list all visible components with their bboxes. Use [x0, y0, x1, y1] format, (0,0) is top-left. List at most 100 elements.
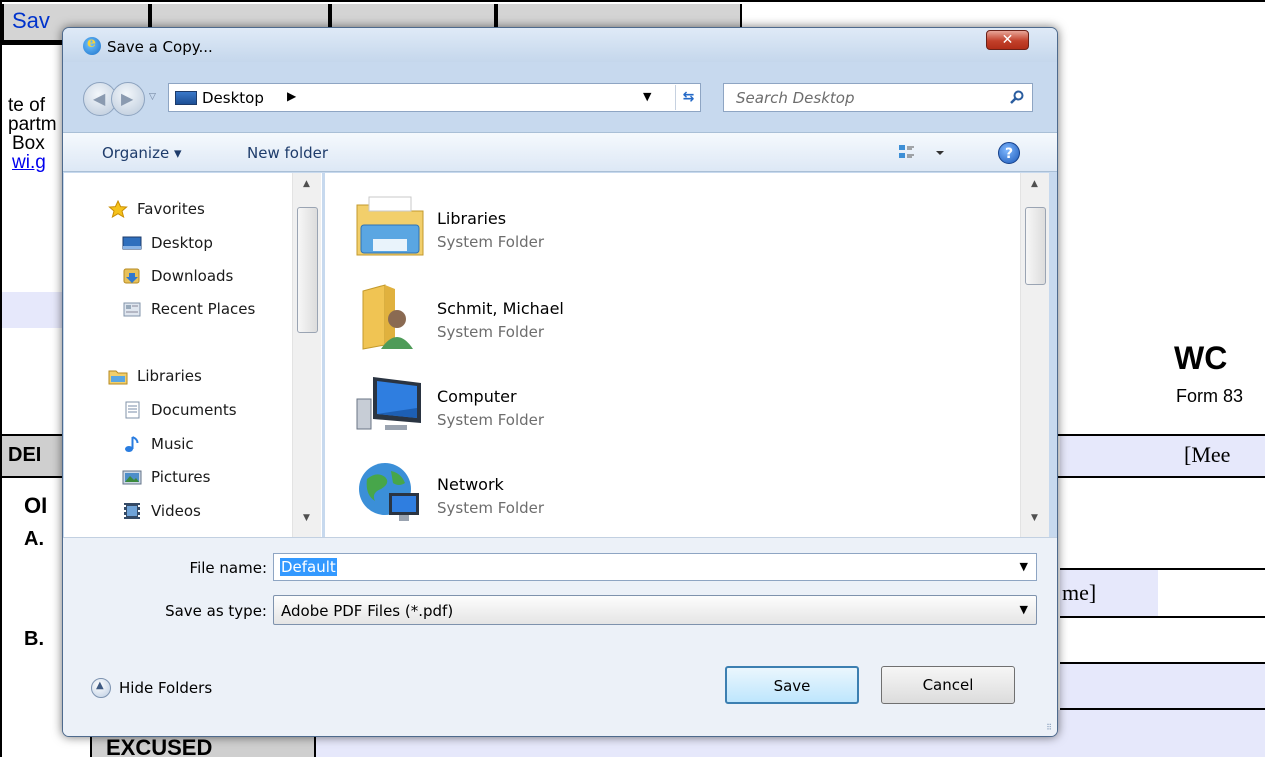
close-icon: ✕: [1001, 32, 1014, 48]
back-arrow-icon: ◀: [93, 89, 106, 108]
recent-places-icon: [123, 302, 141, 317]
doc-text-fragment: te of: [8, 95, 45, 116]
file-name-value[interactable]: Default: [280, 558, 337, 576]
file-name: Computer: [437, 387, 517, 406]
recent-locations-dropdown[interactable]: ▽: [149, 92, 156, 102]
cancel-button[interactable]: Cancel: [881, 666, 1015, 704]
command-toolbar: Organize ▾ New folder ?: [63, 132, 1057, 172]
breadcrumb-chevron-icon[interactable]: ▶: [287, 89, 296, 103]
save-as-type-select[interactable]: Adobe PDF Files (*.pdf) ▼: [273, 595, 1037, 625]
doc-meeting-placeholder: [Mee: [1184, 442, 1231, 467]
nav-item-videos[interactable]: Videos: [122, 499, 201, 523]
desktop-icon: [175, 91, 197, 105]
save-button[interactable]: Save: [725, 666, 859, 704]
save-as-type-label: Save as type:: [165, 602, 267, 620]
desktop-icon: [122, 236, 142, 250]
forward-button[interactable]: ▶: [111, 82, 145, 116]
file-type: System Folder: [437, 499, 545, 517]
scrollbar-thumb[interactable]: [1025, 207, 1046, 285]
save-as-type-value: Adobe PDF Files (*.pdf): [281, 602, 454, 620]
doc-form-title: WC: [1174, 340, 1228, 376]
file-item-computer[interactable]: Computer System Folder: [355, 369, 655, 455]
file-type: System Folder: [437, 411, 545, 429]
nav-item-label: Favorites: [137, 200, 205, 218]
nav-item-label: Pictures: [151, 468, 211, 486]
hide-folders-label: Hide Folders: [119, 679, 213, 697]
nav-item-libraries[interactable]: Libraries: [108, 364, 202, 388]
file-name: Schmit, Michael: [437, 299, 564, 318]
nav-item-pictures[interactable]: Pictures: [122, 465, 210, 489]
pictures-icon: [122, 470, 142, 485]
computer-icon: [356, 377, 421, 430]
doc-excused-label: EXCUSED: [106, 735, 213, 757]
doc-text-fragment: partm: [8, 114, 57, 135]
new-folder-button[interactable]: New folder: [247, 144, 328, 162]
file-item-network[interactable]: Network System Folder: [355, 457, 655, 543]
libraries-folder-icon: [356, 196, 424, 256]
nav-item-label: Desktop: [151, 234, 213, 252]
nav-item-recent-places[interactable]: Recent Places: [122, 297, 255, 321]
address-location[interactable]: Desktop: [202, 89, 264, 107]
doc-rule: [1060, 616, 1265, 618]
doc-link-fragment[interactable]: wi.g: [12, 153, 46, 172]
file-name: Network: [437, 475, 504, 494]
dialog-titlebar[interactable]: e Save a Copy... ✕: [63, 28, 1057, 62]
forward-arrow-icon: ▶: [121, 89, 134, 108]
file-pane-scrollbar[interactable]: ▲ ▼: [1020, 173, 1049, 537]
documents-icon: [125, 401, 140, 419]
nav-item-label: Videos: [151, 502, 201, 520]
scroll-up-arrow-icon[interactable]: ▲: [1031, 179, 1038, 189]
hide-folders-button[interactable]: ▲ Hide Folders: [91, 678, 212, 698]
doc-text-fragment: Box: [12, 133, 45, 154]
doc-shaded-band: [1060, 664, 1265, 708]
save-form: File name: Default ▼ Save as type: Adobe…: [63, 537, 1057, 736]
file-name-field[interactable]: Default ▼: [273, 553, 1037, 581]
search-icon[interactable]: [1010, 90, 1024, 104]
file-name-dropdown-icon[interactable]: ▼: [1020, 560, 1028, 573]
file-type: System Folder: [437, 323, 545, 341]
user-folder-icon: [362, 284, 413, 350]
details-view-icon: [899, 145, 944, 158]
file-list-pane: Libraries System Folder Schmit, Michael …: [325, 173, 1049, 537]
nav-item-music[interactable]: Music: [122, 432, 194, 456]
file-type: System Folder: [437, 233, 545, 251]
nav-item-desktop[interactable]: Desktop: [122, 231, 213, 255]
downloads-icon: [123, 268, 140, 284]
nav-item-documents[interactable]: Documents: [122, 398, 237, 422]
libraries-icon: [108, 370, 128, 385]
scrollbar-thumb[interactable]: [297, 207, 318, 333]
search-input[interactable]: Search Desktop: [736, 89, 855, 107]
help-icon[interactable]: ?: [998, 142, 1020, 164]
save-a-copy-dialog: e Save a Copy... ✕ ◀ ▶ ▽ Desktop ▶ ▼ ⇆ S…: [62, 27, 1058, 737]
doc-section-o: OI: [24, 493, 48, 518]
scroll-down-arrow-icon[interactable]: ▼: [303, 513, 310, 523]
save-tab-label: Sav: [12, 8, 50, 33]
file-item-user-folder[interactable]: Schmit, Michael System Folder: [355, 281, 655, 367]
scroll-down-arrow-icon[interactable]: ▼: [1031, 513, 1038, 523]
close-button[interactable]: ✕: [986, 30, 1029, 50]
address-dropdown-icon[interactable]: ▼: [643, 90, 651, 103]
doc-form-number: Form 83: [1176, 386, 1244, 406]
nav-item-label: Libraries: [137, 367, 202, 385]
change-view-button[interactable]: [898, 143, 958, 163]
address-bar[interactable]: Desktop ▶ ▼ ⇆: [168, 83, 701, 112]
file-name: Libraries: [437, 209, 507, 228]
network-icon: [359, 463, 419, 521]
search-box[interactable]: Search Desktop: [723, 83, 1033, 112]
chevron-down-icon[interactable]: ▼: [1020, 603, 1028, 616]
nav-item-favorites[interactable]: Favorites: [108, 197, 205, 221]
refresh-button[interactable]: ⇆: [675, 85, 701, 110]
scroll-up-arrow-icon[interactable]: ▲: [303, 179, 310, 189]
star-icon: [108, 200, 128, 218]
navigation-pane: Favorites Desktop Downloads Recent Place…: [64, 173, 322, 537]
doc-section-a: A.: [24, 528, 44, 550]
file-item-libraries[interactable]: Libraries System Folder: [355, 191, 655, 277]
nav-pane-scrollbar[interactable]: ▲ ▼: [292, 173, 321, 537]
videos-icon: [124, 503, 140, 519]
ie-icon: e: [83, 35, 101, 55]
organize-button[interactable]: Organize ▾: [102, 144, 182, 162]
file-name-label: File name:: [189, 559, 267, 577]
doc-section-header-label: DEI: [8, 444, 42, 466]
resize-grip-icon[interactable]: ⠿: [1046, 723, 1052, 732]
nav-item-downloads[interactable]: Downloads: [122, 264, 233, 288]
